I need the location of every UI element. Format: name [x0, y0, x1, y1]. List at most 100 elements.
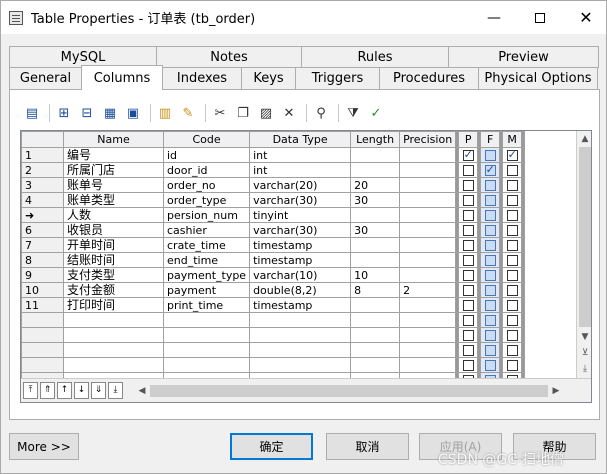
customize-columns-icon[interactable]: ✓: [366, 103, 386, 123]
primary-checkbox[interactable]: [462, 149, 474, 161]
primary-checkbox[interactable]: [462, 225, 474, 236]
insert-row-icon[interactable]: ⊞: [54, 103, 74, 123]
table-row[interactable]: [21, 327, 526, 343]
scroll-up-icon[interactable]: ▲: [577, 131, 591, 147]
horizontal-scrollbar[interactable]: ◀ ▶: [134, 383, 564, 399]
cut-icon[interactable]: ✂: [210, 103, 230, 123]
cell-precision[interactable]: [399, 207, 457, 223]
tab-rules[interactable]: Rules: [301, 46, 449, 68]
cell-name[interactable]: 编号: [63, 147, 164, 163]
header-precision[interactable]: Precision: [399, 131, 457, 148]
foreign-checkbox[interactable]: [484, 270, 496, 281]
header-code[interactable]: Code: [162, 131, 251, 148]
table-row[interactable]: 3 账单号 order_no varchar(20) 20: [21, 177, 526, 193]
cell-code[interactable]: payment_type: [162, 267, 251, 283]
primary-checkbox[interactable]: [462, 285, 474, 296]
mandatory-checkbox[interactable]: [506, 180, 518, 191]
cell-name[interactable]: 支付类型: [63, 267, 164, 283]
primary-checkbox[interactable]: [462, 255, 474, 266]
table-row[interactable]: 9 支付类型 payment_type varchar(10) 10: [21, 267, 526, 283]
header-primary[interactable]: P: [458, 131, 479, 148]
cell-data-type[interactable]: int: [249, 162, 352, 178]
cell-precision[interactable]: [399, 147, 457, 163]
cell-data-type[interactable]: varchar(10): [249, 267, 352, 283]
close-button[interactable]: ✕: [563, 1, 607, 34]
table-row[interactable]: 7 开单时间 crate_time timestamp: [21, 237, 526, 253]
cell-code[interactable]: print_time: [162, 297, 251, 313]
foreign-checkbox[interactable]: [484, 164, 496, 176]
cell-data-type[interactable]: double(8,2): [249, 282, 352, 298]
cell-length[interactable]: 30: [350, 222, 401, 238]
scroll-down-icon[interactable]: ▼: [577, 329, 591, 345]
tab-triggers[interactable]: Triggers: [295, 67, 380, 89]
cell-precision[interactable]: [399, 342, 457, 358]
cell-code[interactable]: crate_time: [162, 237, 251, 253]
foreign-checkbox[interactable]: [484, 225, 496, 236]
cell-code[interactable]: cashier: [162, 222, 251, 238]
primary-checkbox[interactable]: [462, 165, 474, 176]
table-row[interactable]: [21, 342, 526, 358]
foreign-checkbox[interactable]: [484, 150, 496, 161]
mandatory-checkbox[interactable]: [506, 210, 518, 221]
header-name[interactable]: Name: [63, 131, 164, 148]
cell-length[interactable]: 30: [350, 192, 401, 208]
horizontal-scroll-thumb[interactable]: [150, 385, 548, 397]
cell-code[interactable]: [162, 312, 251, 328]
cell-name[interactable]: 人数: [63, 207, 164, 223]
mandatory-checkbox[interactable]: [506, 195, 518, 206]
scroll-page-down-icon[interactable]: ⊻: [577, 345, 591, 361]
cell-length[interactable]: [350, 207, 401, 223]
cell-precision[interactable]: [399, 357, 457, 373]
scroll-end-icon[interactable]: ⤓: [577, 361, 591, 377]
find-binoculars-icon[interactable]: ⚲: [311, 103, 331, 123]
cell-data-type[interactable]: tinyint: [249, 207, 352, 223]
move-bottom-button[interactable]: ⤓: [108, 382, 123, 399]
delete-icon[interactable]: ✕: [279, 103, 299, 123]
cell-name[interactable]: [63, 357, 164, 373]
table-row[interactable]: [21, 357, 526, 373]
cell-name[interactable]: [63, 342, 164, 358]
cell-length[interactable]: [350, 297, 401, 313]
cell-precision[interactable]: [399, 237, 457, 253]
foreign-checkbox[interactable]: [484, 255, 496, 266]
cell-precision[interactable]: [399, 312, 457, 328]
add-columns-icon[interactable]: ▦: [100, 103, 120, 123]
primary-checkbox[interactable]: [462, 210, 474, 221]
mandatory-checkbox[interactable]: [506, 240, 518, 251]
primary-checkbox[interactable]: [462, 240, 474, 251]
move-down-button[interactable]: ↓: [74, 382, 89, 399]
cell-code[interactable]: end_time: [162, 252, 251, 268]
scroll-right-icon[interactable]: ▶: [548, 383, 564, 399]
tab-preview[interactable]: Preview: [448, 46, 599, 68]
primary-checkbox[interactable]: [462, 270, 474, 281]
cell-name[interactable]: [63, 327, 164, 343]
mandatory-checkbox[interactable]: [506, 285, 518, 296]
cell-length[interactable]: [350, 147, 401, 163]
cell-data-type[interactable]: int: [249, 147, 352, 163]
mandatory-checkbox[interactable]: [506, 300, 518, 311]
table-row[interactable]: 1 编号 id int: [21, 147, 526, 163]
scroll-left-icon[interactable]: ◀: [134, 383, 150, 399]
cell-name[interactable]: 账单类型: [63, 192, 164, 208]
table-row[interactable]: 6 收银员 cashier varchar(30) 30: [21, 222, 526, 238]
cell-name[interactable]: 账单号: [63, 177, 164, 193]
copy-columns-icon[interactable]: ▣: [123, 103, 143, 123]
cell-code[interactable]: order_no: [162, 177, 251, 193]
cell-precision[interactable]: [399, 222, 457, 238]
cell-code[interactable]: payment: [162, 282, 251, 298]
header-data-type[interactable]: Data Type: [249, 131, 352, 148]
cell-name[interactable]: 结账时间: [63, 252, 164, 268]
cell-code[interactable]: [162, 357, 251, 373]
move-up-button[interactable]: ↑: [57, 382, 72, 399]
cell-code[interactable]: order_type: [162, 192, 251, 208]
cell-code[interactable]: persion_num: [162, 207, 251, 223]
cell-length[interactable]: [350, 252, 401, 268]
header-length[interactable]: Length: [350, 131, 401, 148]
cell-data-type[interactable]: varchar(20): [249, 177, 352, 193]
cell-precision[interactable]: [399, 327, 457, 343]
paste-icon[interactable]: ▨: [256, 103, 276, 123]
table-row[interactable]: 4 账单类型 order_type varchar(30) 30: [21, 192, 526, 208]
mandatory-checkbox[interactable]: [506, 315, 518, 326]
cell-length[interactable]: [350, 342, 401, 358]
foreign-checkbox[interactable]: [484, 210, 496, 221]
